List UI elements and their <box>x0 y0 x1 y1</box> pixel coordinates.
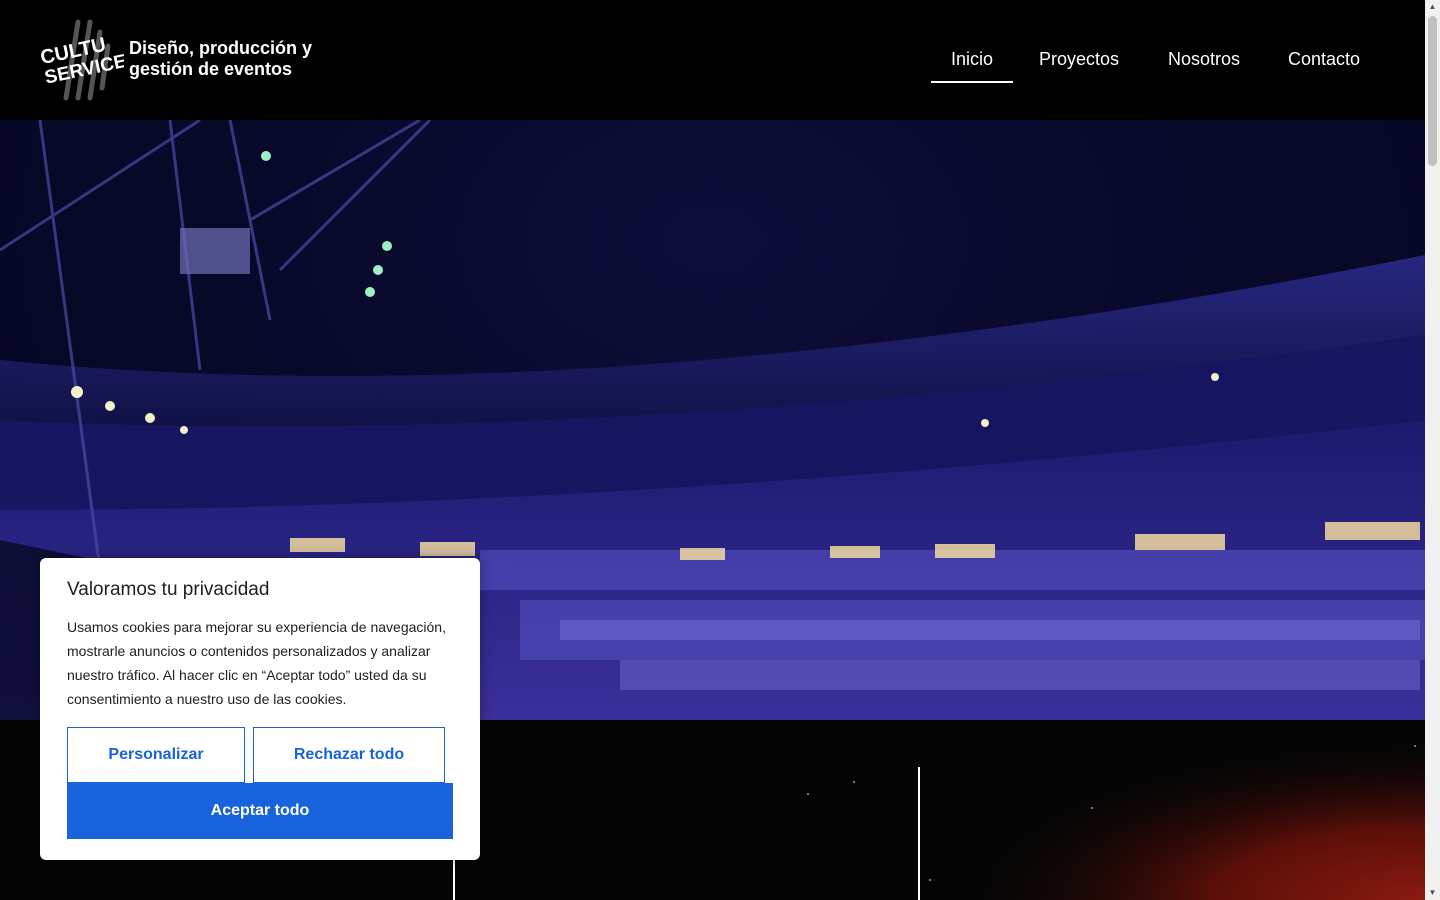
nav-item-proyectos[interactable]: Proyectos <box>1039 48 1119 70</box>
tagline-line1: Diseño, producción y <box>129 38 313 58</box>
logo-tagline: Diseño, producción y gestión de eventos <box>129 38 339 80</box>
logo-icon: CULTU SERVICE <box>38 19 124 101</box>
reject-all-button[interactable]: Rechazar todo <box>253 727 445 783</box>
cookie-consent-dialog: Valoramos tu privacidad Usamos cookies p… <box>40 558 480 860</box>
cookie-title: Valoramos tu privacidad <box>67 579 270 600</box>
scroll-up-arrow-icon[interactable]: ▲ <box>1425 0 1440 14</box>
nav-item-contacto[interactable]: Contacto <box>1288 48 1360 70</box>
accept-all-button[interactable]: Aceptar todo <box>67 783 453 839</box>
scroll-down-arrow-icon[interactable]: ▼ <box>1425 886 1440 900</box>
logo-link[interactable]: CULTU SERVICE Diseño, producción y gesti… <box>0 0 330 120</box>
page-scrollbar[interactable]: ▲ ▼ <box>1425 0 1440 900</box>
site-header: CULTU SERVICE Diseño, producción y gesti… <box>0 0 1425 120</box>
tagline-line2: gestión de eventos <box>129 59 293 79</box>
nav-item-inicio[interactable]: Inicio <box>951 48 993 70</box>
nav-item-nosotros[interactable]: Nosotros <box>1168 48 1240 70</box>
customize-button[interactable]: Personalizar <box>67 727 245 783</box>
cookie-description: Usamos cookies para mejorar su experienc… <box>67 619 446 707</box>
nav-active-indicator <box>931 81 1013 83</box>
scroll-thumb[interactable] <box>1428 16 1437 166</box>
